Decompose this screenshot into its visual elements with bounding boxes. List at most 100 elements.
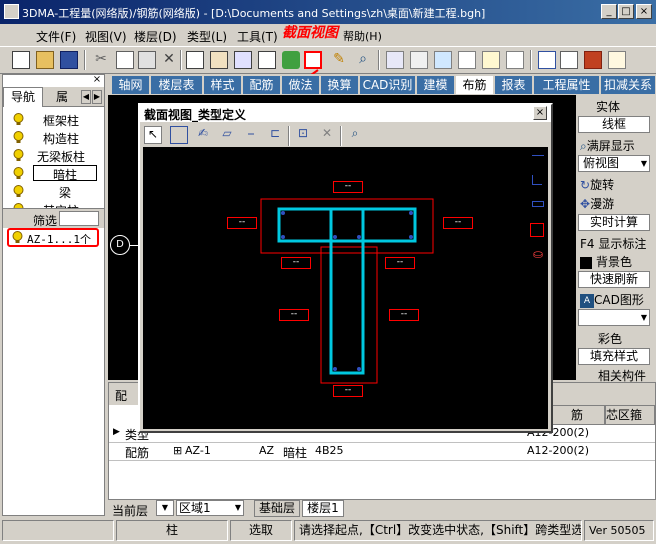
new-icon[interactable] [12,51,30,69]
bracket-icon[interactable]: ⊏ [266,126,284,144]
open-icon[interactable] [36,51,54,69]
show-annotation-label[interactable]: F4 显示标注 [580,235,646,252]
menu-view[interactable]: 视图(V) [85,28,127,45]
menu-help[interactable]: 帮助(H) [343,28,382,44]
tab-navigation[interactable]: 导航 [3,87,43,107]
filter-input[interactable] [59,211,99,226]
color-select[interactable]: ▼ [578,309,650,326]
zoom-icon[interactable]: ⌕ [346,126,364,144]
menu-type[interactable]: 类型(L) [187,28,227,45]
region-select[interactable]: 区域1 ▼ [176,500,244,516]
grid-tab[interactable]: 配 [115,387,127,404]
rotate-button[interactable]: ↻旋转 [580,176,614,193]
image-icon[interactable] [258,51,276,69]
rect-tool-icon[interactable] [532,201,544,207]
menu-floor[interactable]: 楼层(D) [134,28,177,45]
copy-icon[interactable] [116,51,134,69]
rebar-label-right[interactable]: -- [443,217,473,229]
paste-icon[interactable] [138,51,156,69]
rebar-label-web-left[interactable]: -- [279,309,309,321]
background-color-button[interactable]: 背景色 [580,253,632,270]
nav-item-construct-column[interactable]: 构造柱 [3,129,104,147]
instance-item[interactable]: AZ-1...1个 [7,228,99,247]
report-icon[interactable] [482,51,500,69]
line-icon[interactable]: ⎯ [242,126,260,144]
cad-image-button[interactable]: A CAD图形 [580,291,644,308]
quick-refresh-button[interactable]: 快速刷新 [578,271,650,288]
menu-tools[interactable]: 工具(T) [237,28,278,45]
roam-button[interactable]: ✥漫游 [580,195,614,212]
section-canvas[interactable]: -- -- -- -- -- -- -- -- [143,147,528,429]
layers-icon[interactable] [434,51,452,69]
tab-base-floor[interactable]: 基础层 [254,500,300,517]
wireframe-button[interactable]: 线框 [578,116,650,133]
nav-item-beam[interactable]: 梁 [3,183,104,201]
panel-close-icon[interactable]: × [91,75,103,87]
eraser-icon[interactable] [608,51,626,69]
pointer-icon[interactable]: ↖ [144,126,162,144]
table-icon[interactable] [210,51,228,69]
rebar-label-mid-right[interactable]: -- [385,257,415,269]
draw-icon[interactable]: ✍ [194,126,212,144]
stack-tool-icon[interactable]: ⛀ [530,247,546,261]
dialog-title-bar[interactable]: 截面视图_类型定义 × [140,105,551,122]
tab-model[interactable]: 建模 [417,76,455,94]
door-icon[interactable] [538,51,556,69]
rebar-label-mid-left[interactable]: -- [281,257,311,269]
rebar-label-left[interactable]: -- [227,217,257,229]
save-icon[interactable] [60,51,78,69]
view-select[interactable]: 俯视图 ▼ [578,155,650,172]
nav-item-frame-column[interactable]: 框架柱 [3,111,104,129]
properties-icon[interactable] [186,51,204,69]
delete-section-icon[interactable]: ✕ [318,126,336,144]
layer-icon[interactable] [282,51,300,69]
edit-section-icon[interactable]: ⊡ [294,126,312,144]
parallelogram-icon[interactable]: ▱ [218,126,236,144]
calc-icon[interactable] [234,51,252,69]
tab-report[interactable]: 报表 [495,76,533,94]
tab-deduction[interactable]: 扣减关系 [601,76,656,94]
tab-scroll-left-icon[interactable]: ◀ [81,90,91,104]
tab-properties[interactable]: 属 [47,89,77,107]
rebar-label-bottom[interactable]: -- [333,385,363,397]
tab-project-properties[interactable]: 工程属性 [534,76,600,94]
floor-dropdown-icon[interactable]: ▼ [156,500,174,516]
rect-icon[interactable] [170,126,188,144]
nav-item-flatslab-column[interactable]: 无梁板柱 [3,147,104,165]
tab-rebar-config[interactable]: 配筋 [243,76,281,94]
tab-scroll-right-icon[interactable]: ▶ [92,90,102,104]
corner-tool-icon[interactable] [532,175,542,185]
menu-file[interactable]: 文件(F) [36,28,76,45]
nav-item-hidden-column[interactable]: 暗柱 [3,165,104,183]
section-view-icon[interactable] [304,51,322,69]
full-display-button[interactable]: ⌕满屏显示 [580,137,635,154]
fill-style-button[interactable]: 填充样式 [578,348,650,365]
cabinet-icon[interactable] [560,51,578,69]
table-row[interactable]: 配筋 ⊞ AZ-1 AZ 暗柱 4B25 A12-200(2) [109,443,655,461]
tab-rebar-layout[interactable]: 布筋 [456,76,494,94]
dialog-close-icon[interactable]: × [533,106,547,120]
realtime-calc-button[interactable]: 实时计算 [578,214,650,231]
tab-floors[interactable]: 楼层表 [151,76,203,94]
rebar-label-top[interactable]: -- [333,181,363,193]
note-icon[interactable] [458,51,476,69]
cut-icon[interactable]: ✂ [92,51,110,69]
tab-convert[interactable]: 换算 [321,76,359,94]
frame-tool-icon[interactable] [530,223,544,237]
tab-cad-recognize[interactable]: CAD识别 [360,76,416,94]
wall-icon[interactable] [584,51,602,69]
minimize-button[interactable]: _ [601,4,617,19]
rebar-label-web-right[interactable]: -- [389,309,419,321]
check-icon[interactable] [506,51,524,69]
grid-icon[interactable] [386,51,404,69]
close-button[interactable]: × [636,4,652,19]
maximize-button[interactable]: □ [618,4,634,19]
wand-icon[interactable]: ✎ [330,51,348,69]
tab-floor-1[interactable]: 楼层1 [302,500,344,517]
list-icon[interactable] [410,51,428,69]
tab-method[interactable]: 做法 [282,76,320,94]
tab-axis[interactable]: 轴网 [112,76,150,94]
delete-icon[interactable]: ✕ [160,51,178,69]
search-tool-icon[interactable]: ⌕ [354,51,372,69]
tab-style[interactable]: 样式 [204,76,242,94]
